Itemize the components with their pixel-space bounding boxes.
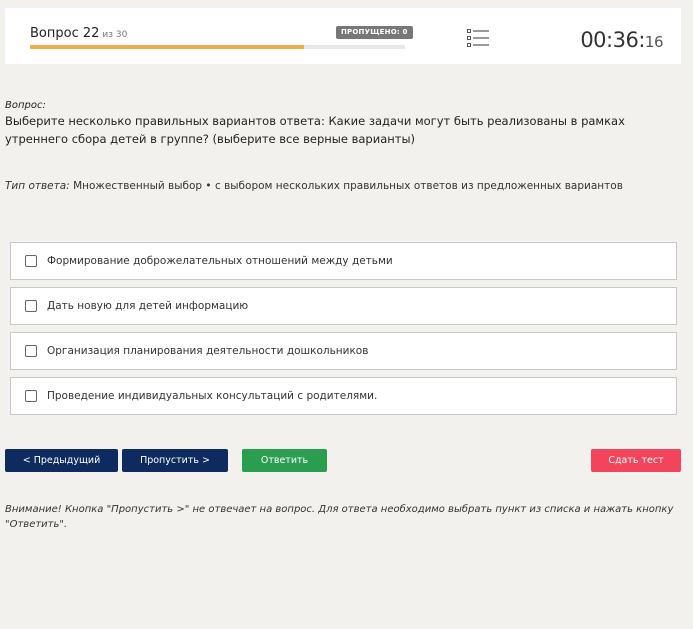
- question-counter: Вопрос 22 из 30: [30, 26, 127, 41]
- question-text: Выберите несколько правильных вариантов …: [5, 114, 625, 146]
- question-list-icon[interactable]: [467, 28, 489, 48]
- answer-type: Тип ответа: Множественный выбор • с выбо…: [5, 180, 623, 192]
- option-item[interactable]: Дать новую для детей информацию: [10, 287, 677, 325]
- option-item[interactable]: Формирование доброжелательных отношений …: [10, 242, 677, 280]
- timer: 00:36:16: [580, 28, 663, 52]
- option-label: Формирование доброжелательных отношений …: [47, 255, 393, 267]
- question-label: Вопрос:: [5, 100, 46, 111]
- option-item[interactable]: Проведение индивидуальных консультаций с…: [10, 377, 677, 415]
- progress-fill: [30, 45, 304, 49]
- checkbox[interactable]: [25, 345, 37, 357]
- option-label: Проведение индивидуальных консультаций с…: [47, 390, 378, 402]
- skip-button[interactable]: Пропустить >: [122, 449, 228, 472]
- question-total: из 30: [102, 30, 128, 40]
- progress-bar: [30, 45, 405, 49]
- answer-type-value: Множественный выбор • с выбором нескольк…: [73, 180, 623, 192]
- question-block: Вопрос: Выберите несколько правильных ва…: [5, 100, 687, 148]
- timer-seconds: 16: [644, 33, 664, 51]
- timer-main: 00:36:: [580, 28, 645, 52]
- previous-button[interactable]: < Предыдущий: [5, 449, 118, 472]
- warning-note: Внимание! Кнопка "Пропустить >" не отвеч…: [5, 504, 674, 530]
- submit-test-button[interactable]: Сдать тест: [591, 449, 681, 472]
- option-label: Организация планирования деятельности до…: [47, 345, 369, 357]
- list-icon-graphic: [467, 29, 489, 47]
- checkbox[interactable]: [25, 300, 37, 312]
- answer-button[interactable]: Ответить: [242, 449, 327, 472]
- options-list: Формирование доброжелательных отношений …: [10, 242, 677, 422]
- checkbox[interactable]: [25, 390, 37, 402]
- test-header: Вопрос 22 из 30 ПРОПУЩЕНО: 0 00:36:16: [5, 8, 681, 64]
- option-item[interactable]: Организация планирования деятельности до…: [10, 332, 677, 370]
- option-label: Дать новую для детей информацию: [47, 300, 249, 312]
- answer-type-label: Тип ответа:: [5, 180, 70, 192]
- question-number: Вопрос 22: [30, 26, 100, 41]
- skipped-badge: ПРОПУЩЕНО: 0: [336, 26, 413, 39]
- checkbox[interactable]: [25, 255, 37, 267]
